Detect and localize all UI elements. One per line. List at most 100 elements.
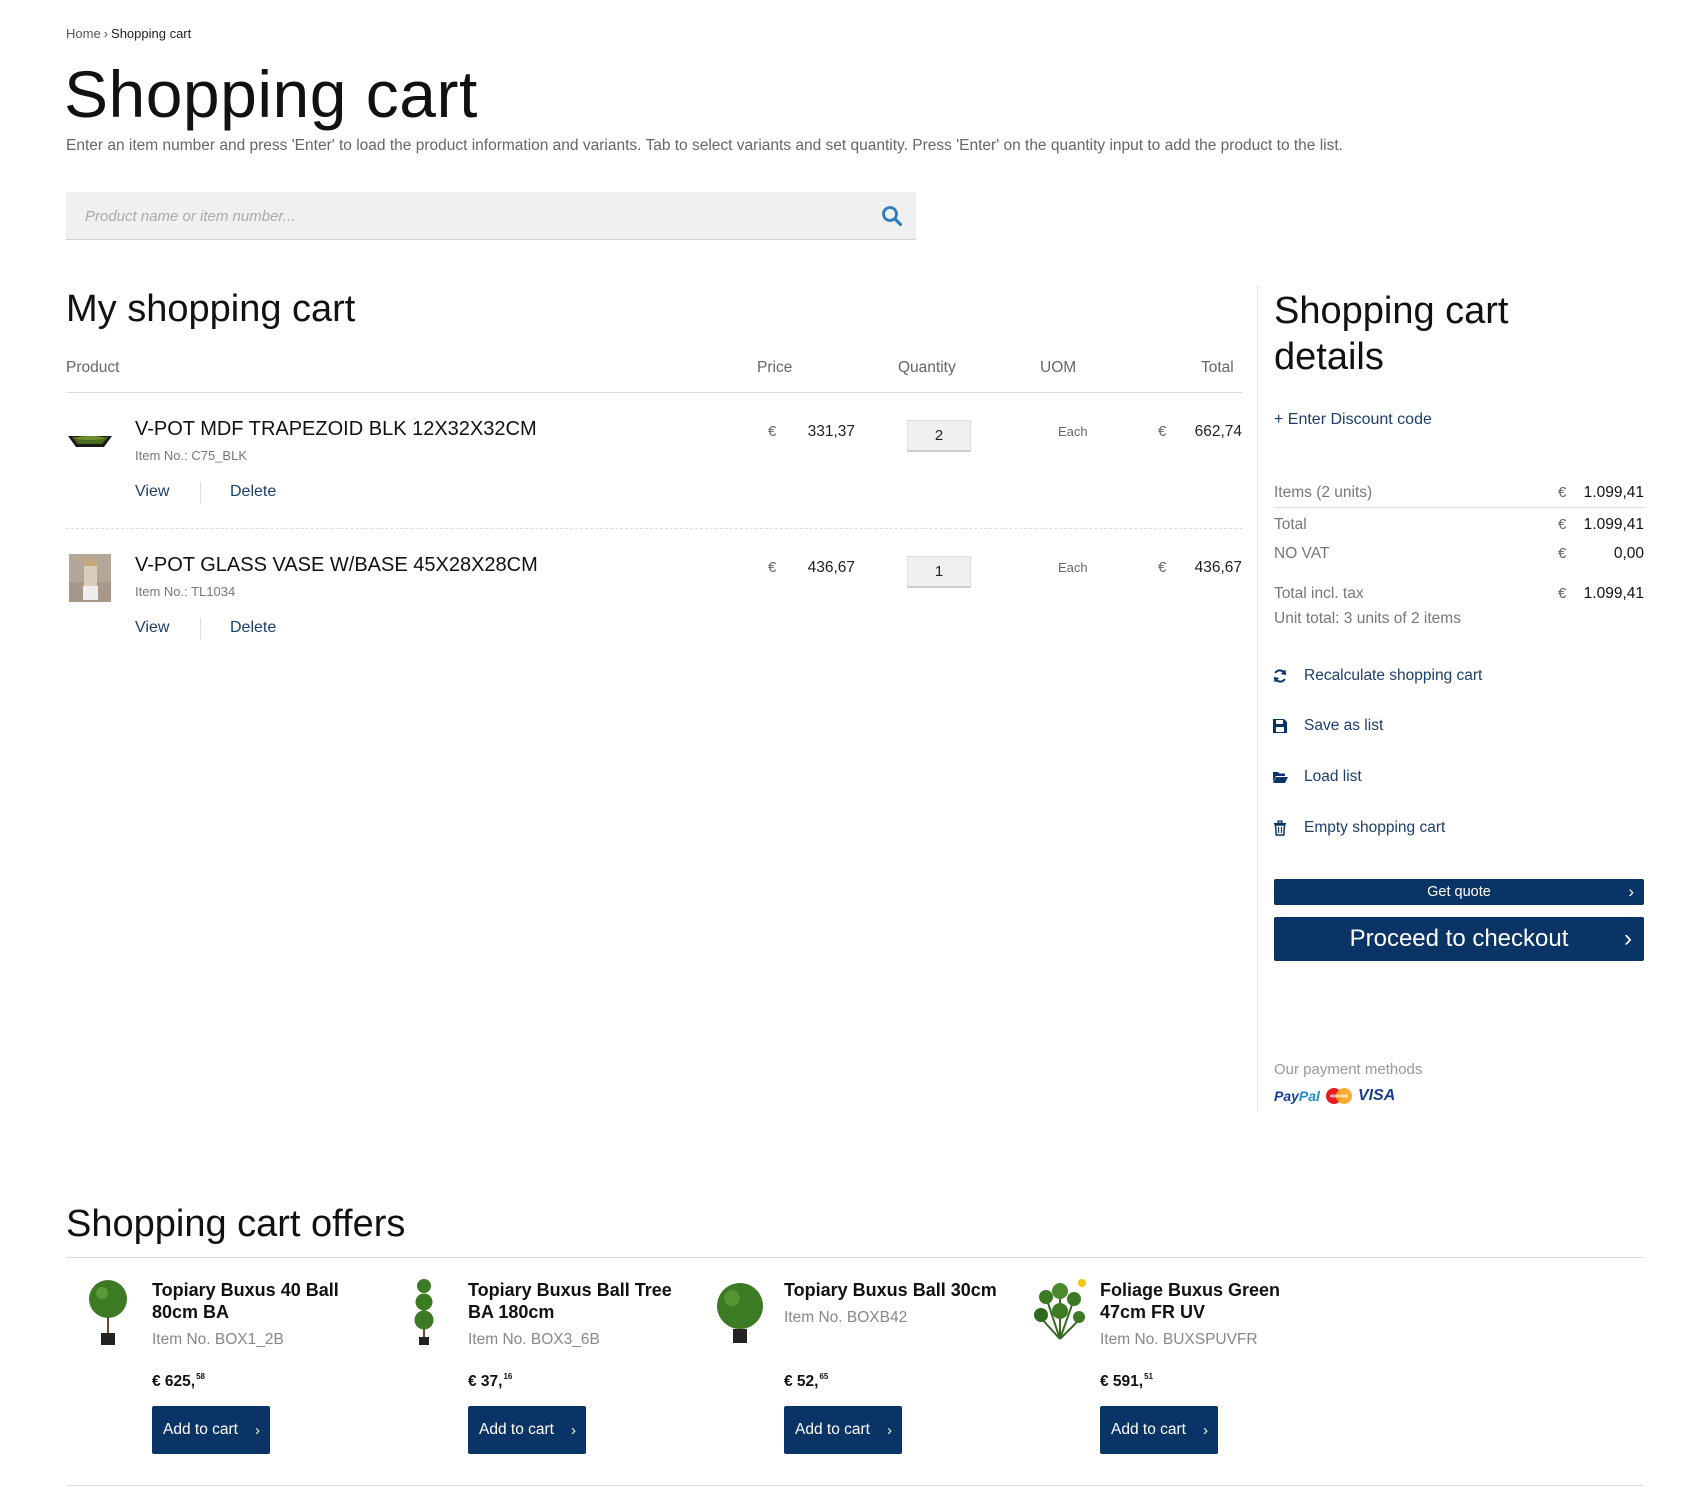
chevron-right-icon: ›	[887, 1421, 892, 1439]
add-to-cart-button[interactable]: Add to cart ›	[784, 1406, 902, 1454]
get-quote-button[interactable]: Get quote ›	[1274, 879, 1644, 905]
breadcrumb-separator: ›	[103, 26, 109, 41]
add-to-cart-label: Add to cart	[795, 1421, 870, 1438]
item-total: 662,74	[1194, 423, 1242, 440]
column-product: Product	[66, 359, 120, 376]
empty-cart-button[interactable]: Empty shopping cart	[1272, 819, 1445, 837]
save-as-list-label: Save as list	[1304, 717, 1384, 734]
breadcrumb: Home › Shopping cart	[66, 26, 191, 41]
product-image[interactable]	[69, 554, 111, 602]
link-divider	[200, 482, 201, 504]
paypal-logo: PayPal	[1274, 1088, 1320, 1104]
recalculate-button[interactable]: Recalculate shopping cart	[1272, 667, 1482, 685]
page-title: Shopping cart	[64, 57, 478, 131]
offer-item-number: Item No. BOXB42	[784, 1309, 908, 1326]
get-quote-label: Get quote	[1427, 884, 1491, 900]
offers-bottom-divider	[66, 1485, 1644, 1486]
column-price: Price	[757, 359, 793, 376]
summary-label-incl-tax: Total incl. tax	[1274, 585, 1364, 602]
load-list-label: Load list	[1304, 768, 1362, 785]
offer-product-image[interactable]	[84, 1277, 132, 1347]
chevron-right-icon: ›	[571, 1421, 576, 1439]
visa-logo: VISA	[1357, 1087, 1396, 1104]
search-icon[interactable]	[880, 204, 904, 228]
empty-cart-label: Empty shopping cart	[1304, 819, 1446, 836]
offer-name[interactable]: Topiary Buxus 40 Ball 80cm BA	[152, 1279, 382, 1323]
offer-item-number: Item No. BOX3_6B	[468, 1331, 600, 1348]
delete-link[interactable]: Delete	[230, 619, 276, 637]
breadcrumb-home[interactable]: Home	[66, 26, 101, 41]
offers-title: Shopping cart offers	[66, 1203, 406, 1245]
view-link[interactable]: View	[135, 619, 169, 637]
add-to-cart-button[interactable]: Add to cart ›	[1100, 1406, 1218, 1454]
offer-product-image[interactable]	[400, 1277, 448, 1347]
offer-product-image[interactable]	[1032, 1277, 1088, 1347]
payment-methods-label: Our payment methods	[1274, 1061, 1423, 1078]
link-divider	[200, 618, 201, 640]
item-price: 331,37	[807, 423, 855, 440]
add-to-cart-label: Add to cart	[479, 1421, 554, 1438]
offer-product-image[interactable]	[716, 1277, 764, 1347]
column-quantity: Quantity	[898, 359, 956, 376]
offer-item-number: Item No. BOX1_2B	[152, 1331, 284, 1348]
summary-value-total: 1.099,41	[1583, 516, 1644, 533]
offer-item-number: Item No. BUXSPUVFR	[1100, 1331, 1258, 1348]
details-title: Shopping cart details	[1274, 290, 1509, 378]
mastercard-logo	[1325, 1088, 1352, 1104]
summary-label-total: Total	[1274, 516, 1307, 533]
uom-label: Each	[1058, 560, 1088, 575]
currency-symbol: €	[768, 423, 777, 440]
summary-value-vat: 0,00	[1613, 545, 1644, 562]
add-to-cart-button[interactable]: Add to cart ›	[152, 1406, 270, 1454]
checkout-label: Proceed to checkout	[1349, 925, 1569, 952]
sidebar-divider	[1257, 286, 1258, 1112]
product-name[interactable]: V-POT GLASS VASE W/BASE 45X28X28CM	[135, 554, 538, 577]
page-intro: Enter an item number and press 'Enter' t…	[66, 137, 1343, 154]
breadcrumb-current: Shopping cart	[111, 26, 192, 41]
offer-name[interactable]: Topiary Buxus Ball 30cm	[784, 1279, 1014, 1301]
chevron-right-icon: ›	[1628, 882, 1634, 901]
folder-open-icon	[1273, 772, 1288, 783]
save-as-list-button[interactable]: Save as list	[1272, 717, 1383, 735]
summary-value-items: 1.099,41	[1583, 484, 1644, 501]
item-number: Item No.: C75_BLK	[135, 448, 247, 463]
offer-price: € 591,51	[1100, 1372, 1154, 1390]
cart-title: My shopping cart	[66, 288, 356, 330]
item-price: 436,67	[807, 559, 855, 576]
delete-link[interactable]: Delete	[230, 483, 276, 501]
currency-symbol: €	[768, 559, 777, 576]
offer-name[interactable]: Foliage Buxus Green 47cm FR UV	[1100, 1279, 1330, 1323]
summary-label-items: Items (2 units)	[1274, 484, 1373, 501]
item-number: Item No.: TL1034	[135, 584, 236, 599]
trash-icon	[1274, 820, 1286, 836]
product-image[interactable]	[66, 414, 114, 462]
add-to-cart-label: Add to cart	[1111, 1421, 1186, 1438]
quantity-input[interactable]: 1	[907, 556, 971, 588]
add-to-cart-button[interactable]: Add to cart ›	[468, 1406, 586, 1454]
chevron-right-icon: ›	[1624, 925, 1632, 952]
view-link[interactable]: View	[135, 483, 169, 501]
quantity-input[interactable]: 2	[907, 420, 971, 452]
offer-price: € 52,65	[784, 1372, 829, 1390]
save-icon	[1273, 719, 1287, 733]
uom-label: Each	[1058, 424, 1088, 439]
chevron-right-icon: ›	[255, 1421, 260, 1439]
discount-code-link[interactable]: + Enter Discount code	[1274, 411, 1432, 429]
search-input[interactable]	[66, 192, 856, 240]
load-list-button[interactable]: Load list	[1272, 768, 1362, 786]
summary-value-incl-tax: 1.099,41	[1583, 585, 1644, 602]
summary-divider	[1274, 507, 1644, 508]
item-total: 436,67	[1194, 559, 1242, 576]
product-name[interactable]: V-POT MDF TRAPEZOID BLK 12X32X32CM	[135, 418, 537, 441]
offer-price: € 37,16	[468, 1372, 513, 1390]
refresh-icon	[1274, 669, 1286, 683]
unit-total: Unit total: 3 units of 2 items	[1274, 610, 1461, 627]
column-total: Total	[1201, 359, 1234, 376]
recalculate-label: Recalculate shopping cart	[1304, 667, 1483, 684]
offers-divider	[66, 1257, 1644, 1258]
summary-label-vat: NO VAT	[1274, 545, 1330, 562]
offer-name[interactable]: Topiary Buxus Ball Tree BA 180cm	[468, 1279, 698, 1323]
chevron-right-icon: ›	[1203, 1421, 1208, 1439]
payment-logos: PayPal VISA	[1274, 1087, 1395, 1105]
checkout-button[interactable]: Proceed to checkout ›	[1274, 917, 1644, 961]
